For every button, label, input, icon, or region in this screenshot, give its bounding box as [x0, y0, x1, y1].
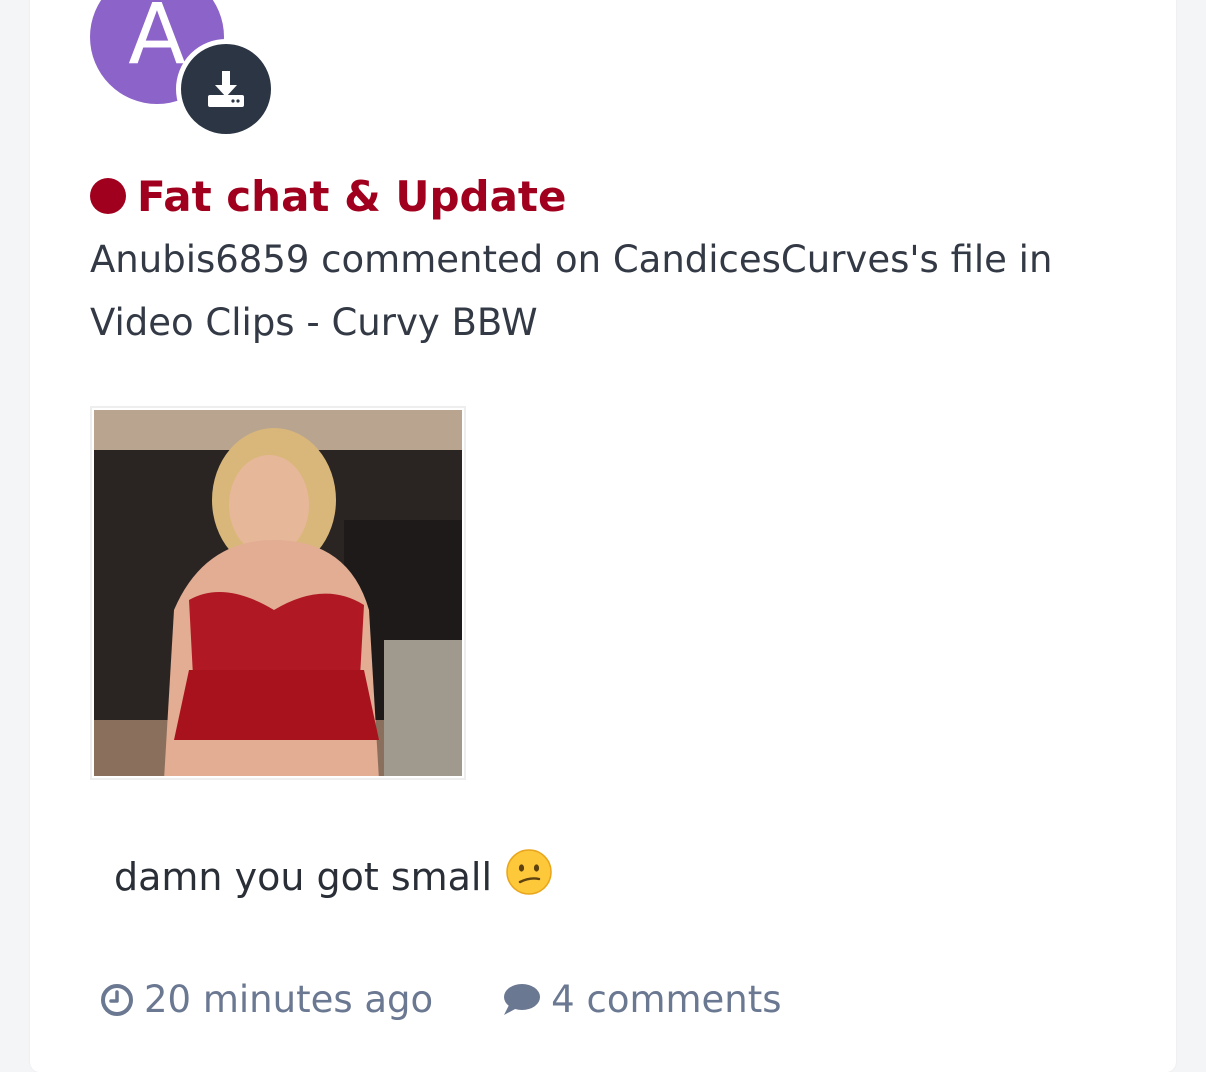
post-meta: 20 minutes ago 4 comments [100, 978, 782, 1021]
timestamp[interactable]: 20 minutes ago [100, 978, 433, 1021]
status-dot-icon [90, 178, 126, 214]
post-title-row: Fat chat & Update [90, 166, 567, 226]
comment-text: damn you got small [114, 849, 552, 904]
comments-count: 4 comments [551, 978, 782, 1021]
comments-link[interactable]: 4 comments [501, 978, 782, 1021]
comment-body: damn you got small [114, 854, 493, 899]
download-icon [208, 71, 244, 107]
download-badge [176, 39, 276, 139]
comment-bubble-icon [501, 982, 541, 1018]
file-thumbnail-link[interactable] [90, 406, 466, 780]
activity-description[interactable]: Anubis6859 commented on CandicesCurves's… [90, 228, 1110, 354]
file-thumbnail-image [94, 410, 462, 776]
activity-card: A Fat chat & Update Anubis6859 commented… [30, 0, 1176, 1072]
clock-icon [100, 983, 134, 1017]
timestamp-text: 20 minutes ago [144, 978, 434, 1021]
post-title-link[interactable]: Fat chat & Update [137, 172, 567, 221]
avatar-initial: A [128, 0, 186, 83]
confused-face-emoji-icon [506, 849, 552, 904]
